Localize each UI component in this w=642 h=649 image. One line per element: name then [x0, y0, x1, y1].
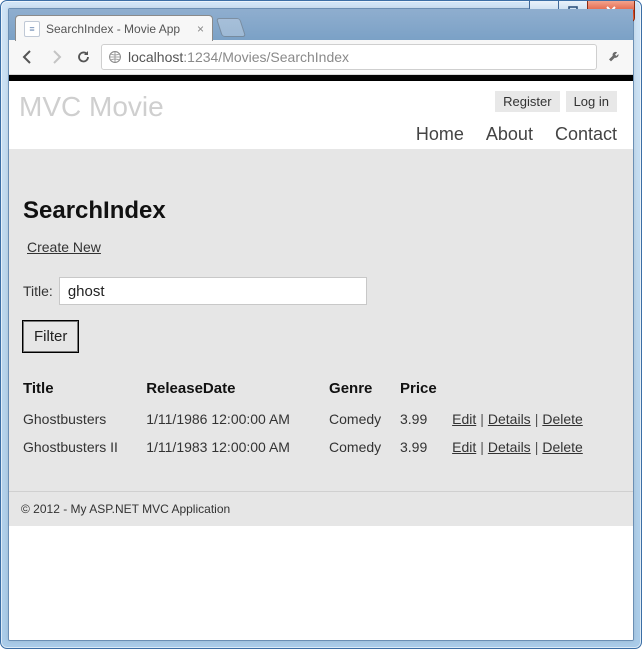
tab-close-icon[interactable]: × [197, 23, 204, 35]
page-footer: © 2012 - My ASP.NET MVC Application [9, 491, 633, 526]
brand-title: MVC Movie [19, 91, 164, 123]
delete-link[interactable]: Delete [542, 411, 582, 427]
filter-button[interactable]: Filter [23, 321, 78, 352]
globe-icon [108, 50, 122, 64]
register-link[interactable]: Register [495, 91, 559, 112]
table-row: Ghostbusters1/11/1986 12:00:00 AMComedy3… [23, 405, 619, 433]
details-link[interactable]: Details [488, 439, 531, 455]
arrow-right-icon [48, 49, 64, 65]
nav-contact[interactable]: Contact [555, 124, 617, 145]
edit-link[interactable]: Edit [452, 439, 476, 455]
search-form: Title: [23, 277, 619, 305]
create-new-link[interactable]: Create New [27, 239, 101, 255]
col-release: ReleaseDate [146, 374, 329, 405]
account-links: Register Log in [495, 91, 617, 112]
table-header-row: Title ReleaseDate Genre Price [23, 374, 619, 405]
movies-table: Title ReleaseDate Genre Price Ghostbuste… [23, 374, 619, 461]
site-header: MVC Movie Register Log in Home About Con… [9, 81, 633, 149]
cell-title: Ghostbusters II [23, 433, 146, 461]
nav-forward-button[interactable] [45, 46, 67, 68]
login-link[interactable]: Log in [566, 91, 617, 112]
browser-window: ≡ SearchIndex - Movie App × [8, 8, 634, 641]
arrow-left-icon [20, 49, 36, 65]
address-bar[interactable]: localhost:1234/Movies/SearchIndex [101, 44, 597, 70]
content-area: SearchIndex Create New Title: Filter Tit… [9, 149, 633, 491]
nav-reload-button[interactable] [73, 46, 95, 68]
nav-about[interactable]: About [486, 124, 533, 145]
browser-toolbar: localhost:1234/Movies/SearchIndex [9, 40, 633, 75]
tab-title: SearchIndex - Movie App [46, 22, 180, 36]
nav-back-button[interactable] [17, 46, 39, 68]
window-frame: ≡ SearchIndex - Movie App × [0, 0, 642, 649]
new-tab-button[interactable] [216, 18, 246, 37]
delete-link[interactable]: Delete [542, 439, 582, 455]
cell-genre: Comedy [329, 405, 400, 433]
wrench-menu-button[interactable] [603, 46, 625, 68]
browser-tab[interactable]: ≡ SearchIndex - Movie App × [15, 15, 213, 41]
search-input[interactable] [59, 277, 367, 305]
table-row: Ghostbusters II1/11/1983 12:00:00 AMCome… [23, 433, 619, 461]
cell-release: 1/11/1986 12:00:00 AM [146, 405, 329, 433]
cell-price: 3.99 [400, 433, 452, 461]
main-nav: Home About Contact [416, 124, 617, 145]
cell-actions: Edit|Details|Delete [452, 405, 619, 433]
cell-actions: Edit|Details|Delete [452, 433, 619, 461]
cell-price: 3.99 [400, 405, 452, 433]
edit-link[interactable]: Edit [452, 411, 476, 427]
reload-icon [76, 49, 92, 65]
nav-home[interactable]: Home [416, 124, 464, 145]
col-actions [452, 374, 619, 405]
col-title: Title [23, 374, 146, 405]
url-text: localhost:1234/Movies/SearchIndex [128, 49, 349, 65]
details-link[interactable]: Details [488, 411, 531, 427]
col-price: Price [400, 374, 452, 405]
page-viewport: MVC Movie Register Log in Home About Con… [9, 75, 633, 640]
page-title: SearchIndex [23, 197, 619, 225]
cell-genre: Comedy [329, 433, 400, 461]
col-genre: Genre [329, 374, 400, 405]
cell-title: Ghostbusters [23, 405, 146, 433]
search-label: Title: [23, 283, 53, 299]
wrench-icon [606, 49, 622, 65]
page-favicon-icon: ≡ [24, 21, 40, 37]
cell-release: 1/11/1983 12:00:00 AM [146, 433, 329, 461]
browser-tabstrip: ≡ SearchIndex - Movie App × [9, 9, 633, 40]
